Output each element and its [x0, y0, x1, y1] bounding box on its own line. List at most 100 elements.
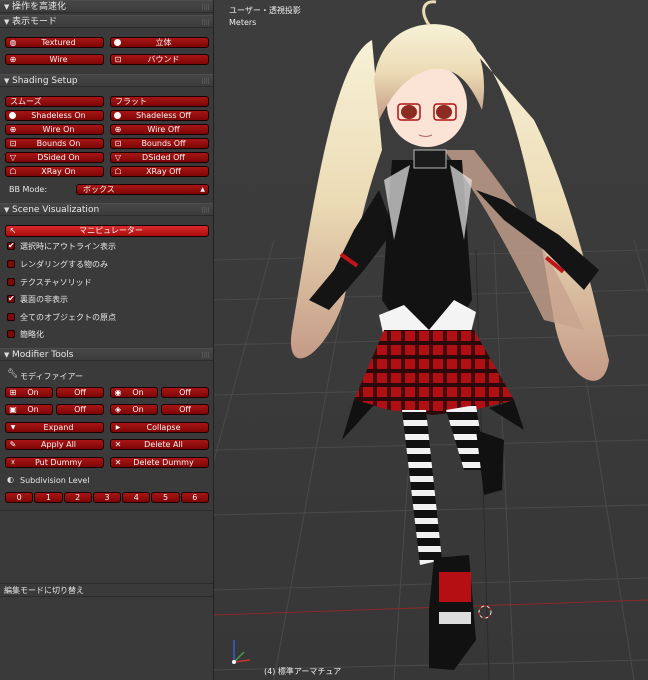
subdivision-level-5-button[interactable]: 5: [151, 492, 180, 503]
only-render-checkbox[interactable]: レンダリングする物のみ: [7, 260, 108, 270]
wire-button[interactable]: ⊕ Wire: [5, 54, 104, 65]
solid-button[interactable]: 立体: [110, 37, 209, 48]
display-mode-header[interactable]: ▼ 表示モード: [0, 15, 213, 28]
wire-sphere-icon: ⊕: [114, 125, 122, 134]
x-icon: ✕: [114, 440, 122, 449]
checkbox-box: [7, 330, 15, 338]
drag-grip-icon[interactable]: [202, 4, 210, 10]
wrench-icon: 🔧︎: [7, 369, 19, 379]
bounds-on-button[interactable]: ⊡ Bounds On: [5, 138, 104, 149]
delete-dummy-button[interactable]: ✕ Delete Dummy: [110, 457, 209, 468]
simplify-checkbox[interactable]: 簡略化: [7, 330, 44, 340]
texture-sphere-icon: ◍: [9, 38, 17, 47]
display-mode-title: 表示モード: [12, 17, 58, 27]
subdivision-level-4-button[interactable]: 4: [122, 492, 151, 503]
wire-sphere-icon: ⊕: [9, 55, 17, 64]
bb-mode-label: BB Mode:: [9, 185, 48, 194]
checkbox-box: [7, 313, 15, 321]
modifier-tools-header[interactable]: ▼ Modifier Tools: [0, 348, 213, 361]
put-dummy-button[interactable]: ☓ Put Dummy: [5, 457, 104, 468]
shadeless-on-button[interactable]: Shadeless On: [5, 110, 104, 121]
modifier-viewport-on-button[interactable]: ◉ On: [110, 387, 158, 398]
delete-all-button[interactable]: ✕ Delete All: [110, 439, 209, 450]
xray-on-button[interactable]: ☖ XRay On: [5, 166, 104, 177]
textured-solid-checkbox[interactable]: テクスチャソリッド: [7, 278, 92, 288]
subdivision-level-3-button[interactable]: 3: [92, 492, 122, 503]
cage-icon: ▣: [9, 405, 17, 414]
dsided-on-button[interactable]: ▽ DSided On: [5, 152, 104, 163]
updown-arrows-icon: ▲: [200, 186, 205, 193]
subdivision-level-6-button[interactable]: 6: [180, 492, 209, 503]
bound-box-icon: ⊡: [114, 139, 122, 148]
fast-navigate-header[interactable]: ▼ 操作を高速化: [0, 0, 213, 13]
modifier-editmode-off-button[interactable]: Off: [56, 387, 104, 398]
flat-button[interactable]: フラット: [110, 96, 209, 107]
modifier-viewport-off-button[interactable]: Off: [161, 387, 209, 398]
render-icon: ◈: [114, 405, 122, 414]
backface-culling-checkbox[interactable]: 裏面の非表示: [7, 294, 68, 305]
fast-navigate-label: 操作を高速化: [12, 2, 67, 12]
shadeless-sphere-icon: [114, 111, 122, 120]
dsided-off-button[interactable]: ▽ DSided Off: [110, 152, 209, 163]
bound-button[interactable]: ⊡ バウンド: [110, 54, 209, 65]
modifier-render-on-button[interactable]: ◈ On: [110, 404, 158, 415]
drag-grip-icon[interactable]: [202, 19, 210, 25]
manipulator-arrows-icon: ↖: [9, 226, 17, 235]
armature-figure-icon: ☓: [10, 458, 16, 467]
bb-mode-value: ボックス: [83, 185, 115, 194]
subdivision-level-1-button[interactable]: 1: [34, 492, 63, 503]
subdivision-level-2-button[interactable]: 2: [63, 492, 92, 503]
drag-grip-icon[interactable]: [202, 78, 210, 84]
checkbox-box: [7, 260, 15, 268]
units-label: Meters: [229, 18, 257, 27]
wire-on-button[interactable]: ⊕ Wire On: [5, 124, 104, 135]
scene-visualization-header[interactable]: ▼ Scene Visualization: [0, 203, 213, 216]
double-sided-icon: ▽: [9, 153, 17, 162]
3d-viewport[interactable]: ユーザー・透視投影 Meters (4) 標準アーマチュア: [214, 0, 648, 680]
checkbox-box: [7, 278, 15, 286]
textured-button[interactable]: ◍ Textured: [5, 37, 104, 48]
triangle-right-icon: ▶: [115, 424, 121, 431]
smooth-button[interactable]: スムーズ: [5, 96, 104, 107]
drag-grip-icon[interactable]: [202, 352, 210, 358]
panel-divider: [0, 510, 213, 511]
shadeless-sphere-icon: [9, 111, 17, 120]
subdivision-icon: ◐: [7, 475, 14, 484]
expand-triangle-icon: ▼: [4, 3, 10, 11]
expand-button[interactable]: ▼ Expand: [5, 422, 104, 433]
modifier-cage-on-button[interactable]: ▣ On: [5, 404, 53, 415]
x-icon: ✕: [114, 458, 122, 467]
shadeless-off-button[interactable]: Shadeless Off: [110, 110, 209, 121]
subdivision-level-0-button[interactable]: 0: [5, 492, 34, 503]
character-model[interactable]: [290, 0, 609, 670]
view-name-label: ユーザー・透視投影: [229, 6, 301, 15]
wire-off-button[interactable]: ⊕ Wire Off: [110, 124, 209, 135]
double-sided-icon: ▽: [114, 153, 122, 162]
scene-visualization-title: Scene Visualization: [12, 205, 100, 215]
modifier-render-off-button[interactable]: Off: [161, 404, 209, 415]
collapse-button[interactable]: ▶ Collapse: [110, 422, 209, 433]
outline-selected-checkbox[interactable]: 選択時にアウトライン表示: [7, 241, 116, 252]
collapse-triangle-icon: ▼: [4, 77, 10, 85]
modifier-label: モディファイアー: [20, 372, 83, 381]
all-object-origins-checkbox[interactable]: 全てのオブジェクトの原点: [7, 313, 116, 323]
solid-sphere-icon: [114, 38, 122, 47]
collapse-triangle-icon: ▼: [4, 206, 10, 214]
modifier-cage-off-button[interactable]: Off: [56, 404, 104, 415]
wire-sphere-icon: ⊕: [9, 125, 17, 134]
3d-cursor-icon[interactable]: [478, 605, 492, 619]
checkbox-box: [7, 294, 15, 304]
modifier-editmode-on-button[interactable]: ⊞ On: [5, 387, 53, 398]
bb-mode-select[interactable]: ボックス ▲: [76, 184, 209, 195]
tool-shelf-panel: ▼ 操作を高速化 ▼ 表示モード ◍ Textured 立体 ⊕ Wire ⊡ バウンド …: [0, 0, 214, 680]
xray-off-button[interactable]: ☖ XRay Off: [110, 166, 209, 177]
manipulator-button[interactable]: ↖ マニピュレーター: [5, 225, 209, 237]
bounds-off-button[interactable]: ⊡ Bounds Off: [110, 138, 209, 149]
apply-all-button[interactable]: ✎ Apply All: [5, 439, 104, 450]
shading-setup-header[interactable]: ▼ Shading Setup: [0, 74, 213, 87]
collapse-triangle-icon: ▼: [4, 351, 10, 359]
bound-box-icon: ⊡: [9, 139, 17, 148]
wrench-icon: ✎: [9, 440, 17, 449]
drag-grip-icon[interactable]: [202, 207, 210, 213]
ghost-icon: ☖: [114, 167, 122, 176]
